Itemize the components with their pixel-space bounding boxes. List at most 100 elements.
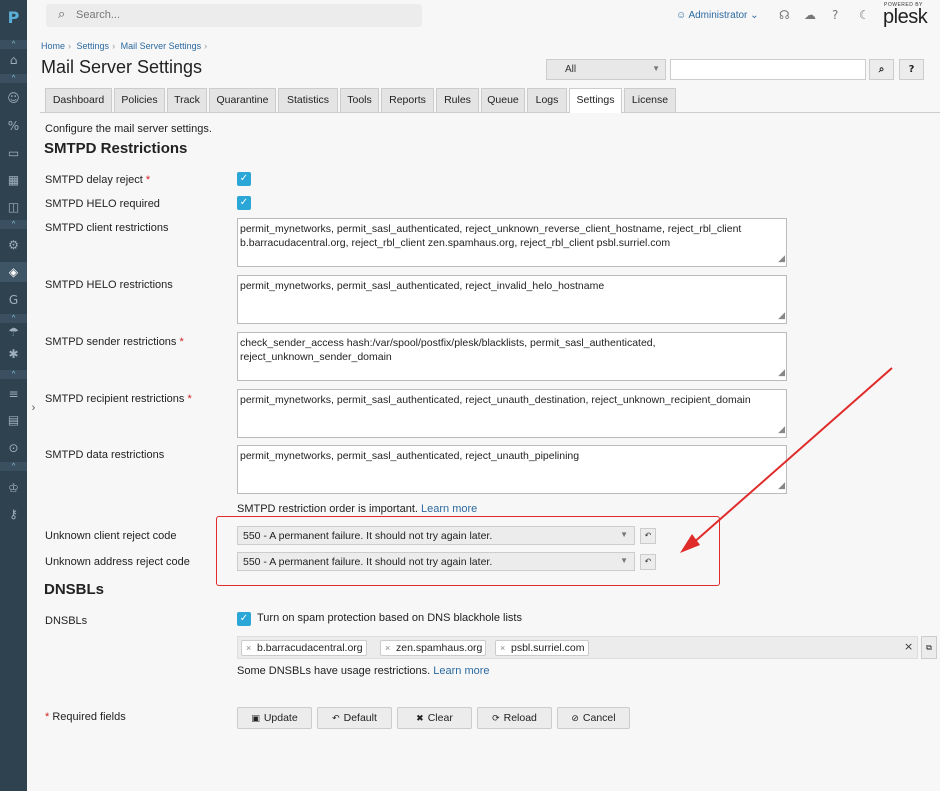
- learn-more-link[interactable]: Learn more: [433, 665, 489, 677]
- tab-rules[interactable]: Rules: [436, 88, 479, 112]
- umbrella-icon[interactable]: ☂: [0, 324, 27, 340]
- dnsbl-enable-checkbox[interactable]: ✓: [237, 612, 251, 626]
- resize-grip-icon[interactable]: ◢: [778, 423, 785, 437]
- plesk-logo-icon[interactable]: P: [0, 8, 27, 27]
- search-placeholder: Search...: [76, 9, 121, 21]
- tabs-divider: [40, 112, 940, 113]
- filter-search-input[interactable]: [670, 59, 866, 80]
- notifications-icon[interactable]: ☊: [779, 8, 790, 22]
- book-icon[interactable]: ◫: [0, 199, 27, 215]
- home-icon[interactable]: ⌂: [0, 52, 27, 68]
- smtpd-sender-restrictions-value: check_sender_access hash:/var/spool/post…: [240, 337, 656, 363]
- sliders-icon[interactable]: ≡: [0, 386, 27, 402]
- revert-icon[interactable]: ↶: [640, 554, 656, 570]
- help-button[interactable]: ?: [899, 59, 924, 80]
- update-button[interactable]: ▣ Update: [237, 707, 312, 729]
- collapse-chevron-icon[interactable]: ^: [0, 314, 27, 323]
- smtpd-recipient-restrictions-textarea[interactable]: permit_mynetworks, permit_sasl_authentic…: [237, 389, 787, 438]
- tab-dashboard[interactable]: Dashboard: [45, 88, 112, 112]
- user-menu[interactable]: ☺ Administrator ⌄: [676, 10, 759, 21]
- monitor-icon[interactable]: ▭: [0, 145, 27, 161]
- revert-icon[interactable]: ↶: [640, 528, 656, 544]
- remove-tag-icon[interactable]: ×: [246, 641, 251, 655]
- tab-policies[interactable]: Policies: [114, 88, 165, 112]
- tab-quarantine[interactable]: Quarantine: [209, 88, 276, 112]
- search-icon[interactable]: ⊙: [0, 440, 27, 456]
- moon-icon[interactable]: ☾: [859, 8, 870, 22]
- required-fields-note: * Required fields: [45, 711, 126, 723]
- cancel-button[interactable]: ⊘ Cancel: [557, 707, 630, 729]
- reload-button[interactable]: ⟳ Reload: [477, 707, 552, 729]
- smtpd-helo-required-checkbox[interactable]: ✓: [237, 196, 251, 210]
- smtpd-data-restrictions-label: SMTPD data restrictions: [45, 449, 165, 461]
- filter-select[interactable]: All ▼: [546, 59, 666, 80]
- cancel-icon: ⊘: [571, 714, 579, 724]
- dnsbl-tag[interactable]: × zen.spamhaus.org: [380, 640, 487, 656]
- dnsbl-enable-label[interactable]: Turn on spam protection based on DNS bla…: [257, 612, 522, 624]
- global-search[interactable]: ⌕ Search...: [46, 4, 422, 27]
- collapse-chevron-icon[interactable]: ^: [0, 220, 27, 229]
- tab-tools[interactable]: Tools: [340, 88, 379, 112]
- resize-grip-icon[interactable]: ◢: [778, 252, 785, 266]
- page-description: Configure the mail server settings.: [45, 123, 212, 135]
- remove-tag-icon[interactable]: ×: [500, 641, 505, 655]
- breadcrumb-settings[interactable]: Settings: [77, 41, 110, 51]
- search-button[interactable]: ⌕: [869, 59, 894, 80]
- resize-grip-icon[interactable]: ◢: [778, 479, 785, 493]
- crown-icon[interactable]: ♔: [0, 480, 27, 496]
- smtpd-client-restrictions-textarea[interactable]: permit_mynetworks, permit_sasl_authentic…: [237, 218, 787, 267]
- shield-gear-icon[interactable]: ⚙: [0, 237, 27, 253]
- tab-track[interactable]: Track: [167, 88, 207, 112]
- resize-grip-icon[interactable]: ◢: [778, 366, 785, 380]
- dnsbl-tag[interactable]: × psbl.surriel.com: [495, 640, 589, 656]
- learn-more-link[interactable]: Learn more: [421, 503, 477, 515]
- key-icon[interactable]: ⚷: [0, 506, 27, 522]
- remove-tag-icon[interactable]: ×: [385, 641, 390, 655]
- gear-icon[interactable]: ✱: [0, 346, 27, 362]
- save-icon: ▣: [251, 714, 260, 724]
- tab-settings[interactable]: Settings: [569, 88, 622, 113]
- user-icon[interactable]: ☺: [0, 90, 27, 106]
- resize-grip-icon[interactable]: ◢: [778, 309, 785, 323]
- collapse-chevron-icon[interactable]: ^: [0, 462, 27, 471]
- dnsbl-tag[interactable]: × b.barracudacentral.org: [241, 640, 367, 656]
- unknown-client-reject-code-value: 550 - A permanent failure. It should not…: [243, 530, 493, 542]
- smtpd-data-restrictions-value: permit_mynetworks, permit_sasl_authentic…: [240, 450, 580, 462]
- smtpd-client-restrictions-value: permit_mynetworks, permit_sasl_authentic…: [240, 223, 742, 249]
- clear-tags-icon[interactable]: ×: [904, 640, 913, 653]
- help-icon[interactable]: ?: [832, 8, 838, 22]
- cloud-icon[interactable]: ☁: [804, 8, 816, 22]
- breadcrumb-mail-server-settings[interactable]: Mail Server Settings: [121, 41, 202, 51]
- g-icon[interactable]: G: [0, 292, 27, 308]
- tab-reports[interactable]: Reports: [381, 88, 434, 112]
- unknown-address-reject-code-select[interactable]: 550 - A permanent failure. It should not…: [237, 552, 635, 571]
- copy-icon[interactable]: ⧉: [921, 636, 937, 659]
- tab-logs[interactable]: Logs: [527, 88, 567, 112]
- smtpd-delay-reject-checkbox[interactable]: ✓: [237, 172, 251, 186]
- dnsbl-tags-input[interactable]: × b.barracudacentral.org × zen.spamhaus.or…: [237, 636, 918, 659]
- collapse-chevron-icon[interactable]: ^: [0, 370, 27, 379]
- clear-button[interactable]: ✖ Clear: [397, 707, 472, 729]
- tab-license[interactable]: License: [624, 88, 676, 112]
- plesk-logo[interactable]: plesk: [883, 6, 928, 29]
- apps-icon[interactable]: ▦: [0, 172, 27, 188]
- security-icon[interactable]: ◈: [0, 262, 27, 282]
- tab-statistics[interactable]: Statistics: [278, 88, 338, 112]
- unknown-client-reject-code-select[interactable]: 550 - A permanent failure. It should not…: [237, 526, 635, 545]
- collapse-chevron-icon[interactable]: ^: [0, 40, 27, 49]
- smtpd-helo-restrictions-textarea[interactable]: permit_mynetworks, permit_sasl_authentic…: [237, 275, 787, 324]
- smtpd-sender-restrictions-textarea[interactable]: check_sender_access hash:/var/spool/post…: [237, 332, 787, 381]
- smtpd-helo-restrictions-label: SMTPD HELO restrictions: [45, 279, 173, 291]
- chevron-down-icon: ▼: [652, 64, 660, 73]
- sidebar-toggle-icon[interactable]: ›: [27, 402, 40, 420]
- percent-icon[interactable]: %: [0, 118, 27, 134]
- smtpd-client-restrictions-label: SMTPD client restrictions: [45, 222, 169, 234]
- default-button[interactable]: ↶ Default: [317, 707, 392, 729]
- close-icon: ✖: [416, 714, 424, 724]
- grid-icon[interactable]: ▤: [0, 412, 27, 428]
- collapse-chevron-icon[interactable]: ^: [0, 74, 27, 83]
- page-title: Mail Server Settings: [41, 57, 203, 77]
- tab-queue[interactable]: Queue: [481, 88, 525, 112]
- smtpd-data-restrictions-textarea[interactable]: permit_mynetworks, permit_sasl_authentic…: [237, 445, 787, 494]
- breadcrumb-home[interactable]: Home: [41, 41, 65, 51]
